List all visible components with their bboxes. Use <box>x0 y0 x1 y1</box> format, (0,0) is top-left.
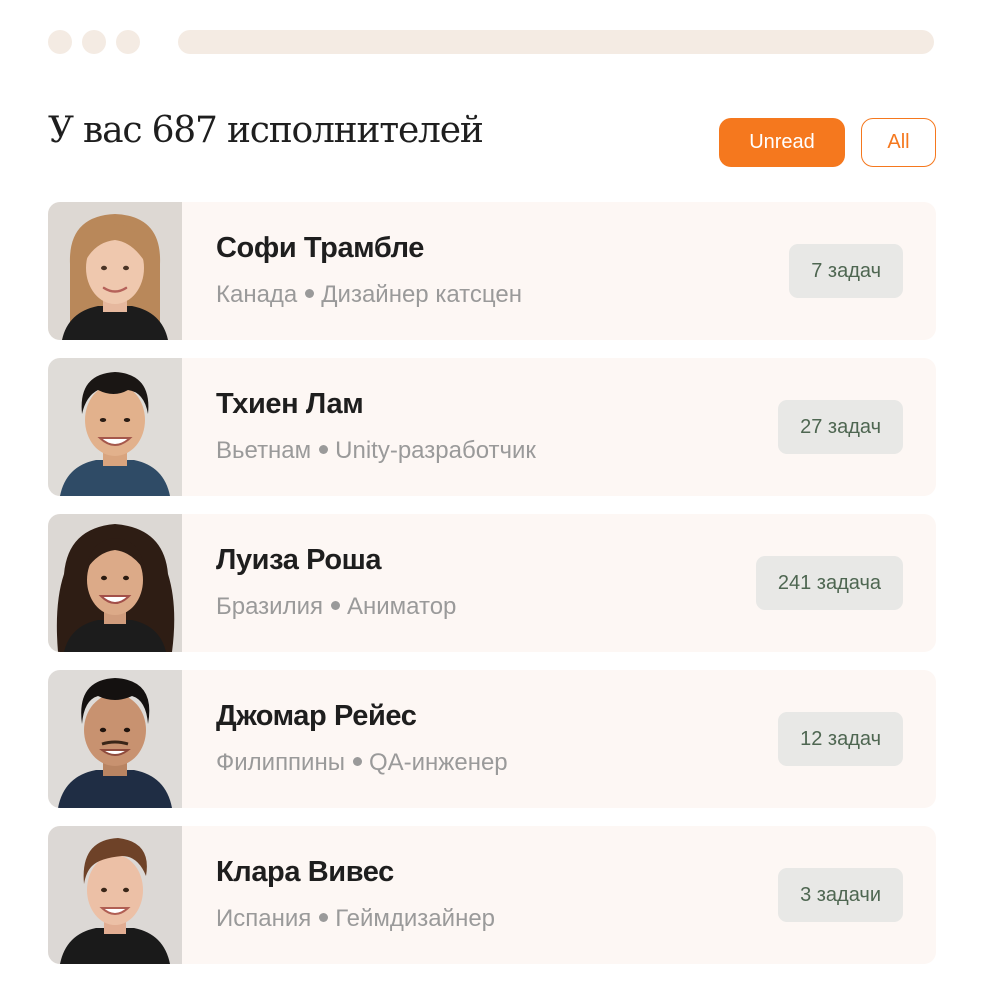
performer-country: Бразилия <box>216 593 323 620</box>
performer-name: Тхиен Лам <box>216 388 364 420</box>
all-filter-button[interactable]: All <box>861 118 936 167</box>
performer-row[interactable]: Софи Трамбле Канада Дизайнер катсцен 7 за… <box>48 202 936 340</box>
performer-country: Канада <box>216 281 298 308</box>
tasks-badge: 12 задач <box>778 712 903 766</box>
performer-name: Луиза Роша <box>216 544 382 576</box>
performer-row[interactable]: Тхиен Лам Вьетнам Unity-разработчик 27 за… <box>48 358 936 496</box>
performer-row[interactable]: Клара Вивес Испания Геймдизайнер 3 задачи <box>48 826 936 964</box>
performer-meta: Испания Геймдизайнер <box>216 905 495 933</box>
avatar-photo-icon <box>48 202 182 340</box>
performer-list: Софи Трамбле Канада Дизайнер катсцен 7 за… <box>48 202 936 982</box>
performer-meta: Филиппины QA-инженер <box>216 749 508 777</box>
separator-dot-icon <box>331 601 340 611</box>
performer-name: Клара Вивес <box>216 856 394 888</box>
window-dot-icon <box>82 30 106 54</box>
avatar <box>48 358 182 496</box>
avatar <box>48 202 182 340</box>
avatar-photo-icon <box>48 826 182 964</box>
tasks-badge: 3 задачи <box>778 868 903 922</box>
performer-country: Испания <box>216 905 312 932</box>
avatar-photo-icon <box>48 670 182 808</box>
avatar-photo-icon <box>48 514 182 652</box>
tasks-badge: 7 задач <box>789 244 903 298</box>
performer-role: Геймдизайнер <box>335 905 496 932</box>
avatar-photo-icon <box>48 358 182 496</box>
performer-name: Джомар Рейес <box>216 700 417 732</box>
performer-meta: Вьетнам Unity-разработчик <box>216 437 536 465</box>
tasks-badge: 241 задача <box>755 556 903 610</box>
separator-dot-icon <box>305 289 315 299</box>
separator-dot-icon <box>319 913 329 923</box>
page-title: У вас 687 исполнителей <box>48 110 484 151</box>
performer-country: Филиппины <box>216 749 345 776</box>
performer-meta: Бразилия Аниматор <box>216 593 456 621</box>
performer-role: Unity-разработчик <box>335 437 536 464</box>
performer-row[interactable]: Джомар Рейес Филиппины QA-инженер 12 зада… <box>48 670 936 808</box>
window-dot-icon <box>116 30 140 54</box>
tasks-badge: 27 задач <box>778 400 903 454</box>
performer-row[interactable]: Луиза Роша Бразилия Аниматор 241 задача <box>48 514 936 652</box>
avatar <box>48 826 182 964</box>
separator-dot-icon <box>319 445 329 455</box>
performer-name: Софи Трамбле <box>216 232 424 264</box>
performer-role: Дизайнер катсцен <box>321 281 522 308</box>
performer-role: Аниматор <box>347 593 457 620</box>
avatar <box>48 514 182 652</box>
performer-country: Вьетнам <box>216 437 312 464</box>
unread-filter-button[interactable]: Unread <box>719 118 845 167</box>
window-chrome <box>48 30 934 54</box>
avatar <box>48 670 182 808</box>
performer-meta: Канада Дизайнер катсцен <box>216 281 522 309</box>
performer-role: QA-инженер <box>368 749 508 776</box>
address-bar[interactable] <box>178 30 934 54</box>
window-dot-icon <box>48 30 72 54</box>
separator-dot-icon <box>352 757 362 767</box>
